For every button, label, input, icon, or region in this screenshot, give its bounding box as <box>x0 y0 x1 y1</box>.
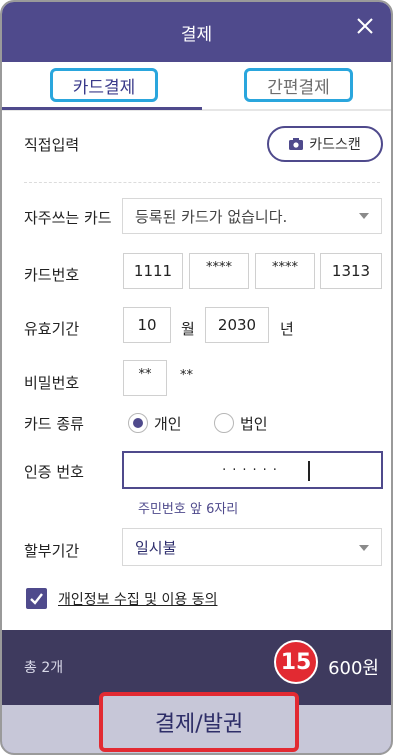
password-masked-suffix: ** <box>180 368 193 383</box>
favorite-card-label: 자주쓰는 카드 <box>24 209 112 227</box>
tab-card-payment[interactable]: 카드결제 <box>50 68 158 102</box>
expiry-label: 유효기간 <box>24 320 80 338</box>
corporate-radio[interactable] <box>214 413 234 433</box>
direct-input-label: 직접입력 <box>24 136 80 154</box>
personal-label: 개인 <box>154 415 182 433</box>
auth-number-value: ······ <box>222 462 283 478</box>
active-tab-indicator <box>2 107 202 110</box>
page-title: 결제 <box>180 25 213 45</box>
expiry-year-input[interactable]: 2030 <box>205 307 269 343</box>
divider <box>24 182 380 183</box>
card-number-part-4[interactable]: 1313 <box>320 253 382 289</box>
auth-number-hint: 주민번호 앞 6자리 <box>138 502 239 517</box>
expiry-month-unit: 월 <box>181 320 195 338</box>
card-number-part-3[interactable]: **** <box>255 253 315 289</box>
close-icon[interactable] <box>351 12 379 40</box>
password-label: 비밀번호 <box>24 374 80 392</box>
item-count: 총 2개 <box>24 660 64 676</box>
personal-radio[interactable] <box>128 413 148 433</box>
chevron-down-icon <box>359 213 369 219</box>
card-scan-button[interactable]: 카드스캔 <box>267 126 383 162</box>
card-number-part-1[interactable]: 1111 <box>123 253 183 289</box>
favorite-card-value: 등록된 카드가 없습니다. <box>135 207 288 226</box>
auth-number-label: 인증 번호 <box>24 463 84 481</box>
expiry-year-unit: 년 <box>280 320 294 338</box>
installment-select[interactable]: 일시불 <box>122 528 382 566</box>
footer: 총 2개 600원 결제/발권 <box>2 630 391 753</box>
card-number-part-2[interactable]: **** <box>189 253 249 289</box>
installment-value: 일시불 <box>135 538 177 557</box>
payment-screen: 결제 카드결제 간편결제 직접입력 카드스캔 자주쓰는 카드 등록된 카드가 없… <box>0 0 393 755</box>
corporate-label: 법인 <box>240 415 268 433</box>
card-type-label: 카드 종류 <box>24 415 84 433</box>
agreement-checkbox[interactable] <box>26 588 47 609</box>
chevron-down-icon <box>359 545 369 551</box>
installment-label: 할부기간 <box>24 542 80 560</box>
checkmark-icon <box>30 593 43 605</box>
camera-icon <box>289 138 304 150</box>
favorite-card-select[interactable]: 등록된 카드가 없습니다. <box>122 198 382 234</box>
tab-simple-payment[interactable]: 간편결제 <box>244 68 353 102</box>
header-bar: 결제 <box>2 2 391 62</box>
password-input[interactable]: ** <box>123 360 167 396</box>
step-number-badge: 15 <box>274 640 318 684</box>
total-amount: 600원 <box>328 658 379 679</box>
card-number-label: 카드번호 <box>24 266 80 284</box>
auth-number-input[interactable]: ······ <box>122 451 383 489</box>
expiry-month-input[interactable]: 10 <box>123 307 171 343</box>
card-scan-label: 카드스캔 <box>309 137 361 153</box>
pay-issue-button[interactable]: 결제/발권 <box>99 692 299 752</box>
text-caret <box>308 461 310 481</box>
agreement-label[interactable]: 개인정보 수집 및 이용 동의 <box>58 589 217 609</box>
payment-tabs: 카드결제 간편결제 <box>2 62 391 111</box>
